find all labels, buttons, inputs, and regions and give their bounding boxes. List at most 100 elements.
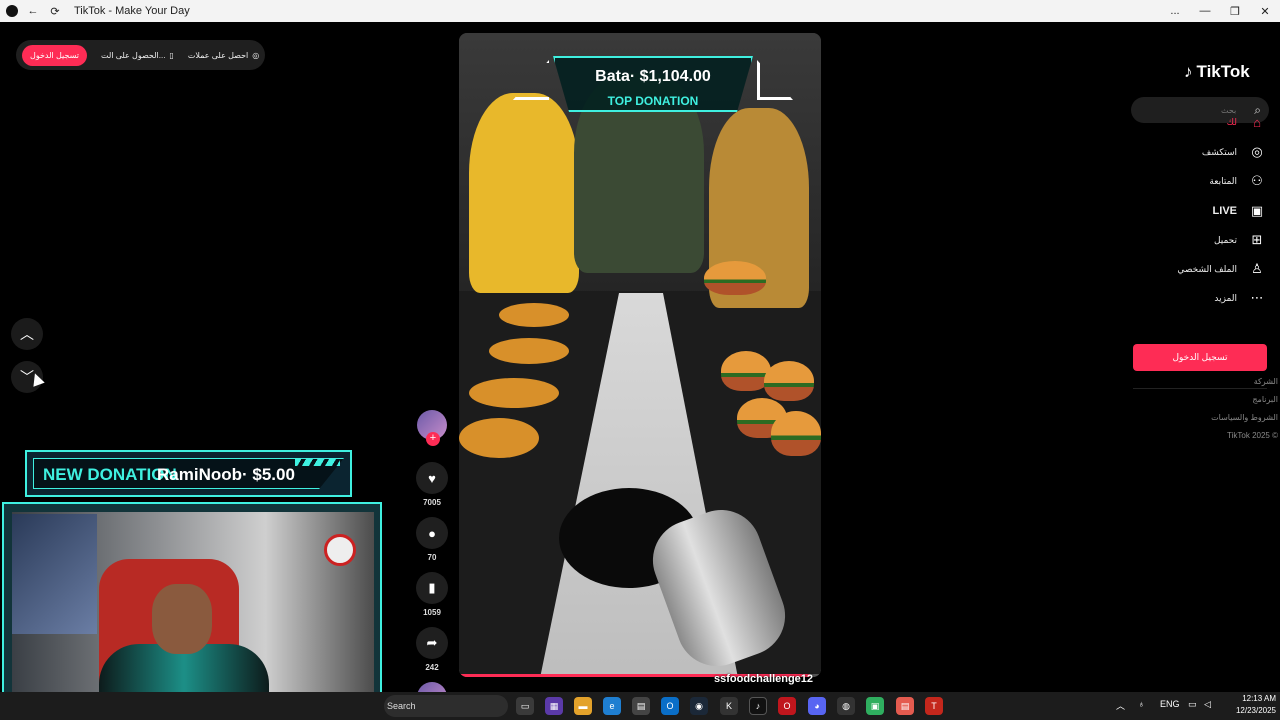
comment-count: 70 <box>427 553 437 562</box>
sidebar-item-more[interactable]: المزيد ⋯ <box>1140 288 1265 308</box>
language-indicator[interactable]: ENG <box>1160 699 1180 709</box>
sidebar-item-live[interactable]: LIVE ▣ <box>1140 201 1265 221</box>
get-coins-label: احصل على عملات <box>187 50 249 60</box>
footer-link-terms[interactable]: الشروط والسياسات <box>1211 413 1278 422</box>
back-arrow-icon[interactable]: ← <box>22 0 44 22</box>
sidebar-item-label: لك <box>1226 116 1237 127</box>
phone-icon: ▯ <box>169 50 174 60</box>
window-controls: ... — ❐ ✕ <box>1160 0 1280 22</box>
sidebar-item-label: الملف الشخصي <box>1177 263 1237 274</box>
tiktok-note-icon: ♪ <box>1184 62 1193 81</box>
sidebar-item-label: LIVE <box>1212 205 1237 217</box>
burger <box>771 411 821 456</box>
volume-icon[interactable]: ◁ <box>1204 699 1211 710</box>
sidebar-item-upload[interactable]: تحميل ⊞ <box>1140 230 1265 250</box>
comment-icon: ● <box>428 525 436 541</box>
tray-expand-icon[interactable]: ︿ <box>1116 699 1125 712</box>
like-count: 7005 <box>423 498 441 507</box>
footer-link-company[interactable]: الشركة <box>1254 377 1278 386</box>
taskbar-clock[interactable]: 12:13 AM 12/23/2025 <box>1224 693 1276 717</box>
share-button[interactable]: ➦ <box>416 627 448 659</box>
steam-icon[interactable]: ◉ <box>690 697 708 715</box>
coin-icon: ◎ <box>252 50 260 60</box>
app-green-icon[interactable]: ▣ <box>866 697 884 715</box>
outlook-icon[interactable]: O <box>661 697 679 715</box>
sidebar-item-profile[interactable]: الملف الشخصي ♙ <box>1140 259 1265 279</box>
network-icon[interactable]: ▭ <box>1188 699 1197 710</box>
minimize-button[interactable]: — <box>1190 0 1220 22</box>
video-player[interactable] <box>459 33 821 677</box>
video-action-column: + ♥ 7005 ● 70 ▮ 1059 ➦ 242 <box>414 410 450 712</box>
home-icon: ⌂ <box>1253 114 1261 130</box>
person-yellow-sweater <box>469 93 579 293</box>
food-plate <box>489 338 569 364</box>
top-donation-label: TOP DONATION <box>607 94 699 108</box>
like-button[interactable]: ♥ <box>416 462 448 494</box>
wall-poster <box>12 514 97 634</box>
edge-icon[interactable]: e <box>603 697 621 715</box>
previous-video-button[interactable]: ︿ <box>11 318 43 350</box>
more-icon: ⋯ <box>1250 290 1264 305</box>
tiktok-logo-text: TikTok <box>1196 62 1250 81</box>
new-donation-banner: NEW DONATION RamiNoob· $5.00 <box>25 450 352 497</box>
sidebar-divider <box>1133 388 1267 389</box>
tiktok-taskbar-icon[interactable]: ♪ <box>749 697 767 715</box>
taskbar-search-label: Search <box>387 701 416 711</box>
sidebar-item-label: تحميل <box>1213 234 1237 245</box>
opera-icon[interactable]: O <box>778 697 796 715</box>
microphone-icon[interactable]: ♁ <box>1138 699 1145 709</box>
no-smoking-sign <box>324 534 356 566</box>
get-app-link[interactable]: الحصول على الت... ▯ <box>101 51 174 60</box>
video-watermark: ssfoodchallenge12 <box>714 673 814 685</box>
food-plate <box>459 418 539 458</box>
discord-icon[interactable]: ◕ <box>808 697 826 715</box>
live-icon: ▣ <box>1250 203 1264 218</box>
login-pill-button[interactable]: تسجيل الدخول <box>22 44 87 66</box>
share-count: 242 <box>425 663 439 672</box>
obs-icon[interactable]: ◍ <box>837 697 855 715</box>
footer-copyright: TikTok 2025 © <box>1227 431 1278 440</box>
streamer-head <box>152 584 212 654</box>
chevron-up-icon: ︿ <box>20 326 34 342</box>
save-button[interactable]: ▮ <box>416 572 448 604</box>
tiktok-logo[interactable]: ♪ TikTok <box>1184 62 1250 82</box>
task-view-icon[interactable]: ▭ <box>516 697 534 715</box>
app-k-icon[interactable]: K <box>720 697 738 715</box>
widgets-icon[interactable]: ▦ <box>545 697 563 715</box>
sidebar-item-following[interactable]: المتابعة ⚇ <box>1140 171 1265 191</box>
sidebar-item-explore[interactable]: استكشف ◎ <box>1140 142 1265 162</box>
maximize-button[interactable]: ❐ <box>1220 0 1250 22</box>
bookmark-icon: ▮ <box>428 580 436 595</box>
save-count: 1059 <box>423 608 441 617</box>
get-coins-link[interactable]: احصل على عملات ◎ <box>188 51 259 60</box>
creator-avatar[interactable]: + <box>417 410 447 446</box>
share-icon: ➦ <box>426 635 438 650</box>
profile-icon: ♙ <box>1251 261 1263 276</box>
taskbar-search[interactable]: Search <box>384 695 508 717</box>
follow-plus-icon[interactable]: + <box>426 432 440 446</box>
sidebar-item-label: المزيد <box>1214 292 1237 303</box>
heart-icon: ♥ <box>428 470 436 486</box>
windows-taskbar: Search ▭ ▦ ▬ e ▤ O ◉ K ♪ O ◕ ◍ ▣ ▤ T ︿ ♁… <box>0 692 1280 720</box>
footer-link-program[interactable]: البرنامج <box>1252 395 1278 404</box>
close-button[interactable]: ✕ <box>1250 0 1280 22</box>
window-title: TikTok - Make Your Day <box>74 5 190 17</box>
sidebar-item-for-you[interactable]: لك ⌂ <box>1140 112 1265 132</box>
comment-button[interactable]: ● <box>416 517 448 549</box>
reload-icon[interactable]: ⟳ <box>44 0 66 22</box>
app-red-icon[interactable]: ▤ <box>896 697 914 715</box>
top-donation-overlay: Bata· $1,104.00 TOP DONATION <box>513 50 793 114</box>
streamer-webcam <box>2 502 382 716</box>
user-follow-icon: ⚇ <box>1251 173 1263 188</box>
store-icon[interactable]: ▤ <box>632 697 650 715</box>
clock-date: 12/23/2025 <box>1235 706 1276 715</box>
file-explorer-icon[interactable]: ▬ <box>574 697 592 715</box>
menu-dots-icon[interactable]: ... <box>1160 0 1190 22</box>
login-button[interactable]: تسجيل الدخول <box>1133 344 1267 371</box>
compass-icon: ◎ <box>1251 144 1263 159</box>
app-tf-icon[interactable]: T <box>925 697 943 715</box>
new-donation-text: RamiNoob· $5.00 <box>157 465 295 484</box>
top-donation-amount: Bata· $1,104.00 <box>595 68 711 85</box>
top-actions-bar: تسجيل الدخول الحصول على الت... ▯ احصل عل… <box>16 40 266 70</box>
food-plate <box>499 303 569 327</box>
